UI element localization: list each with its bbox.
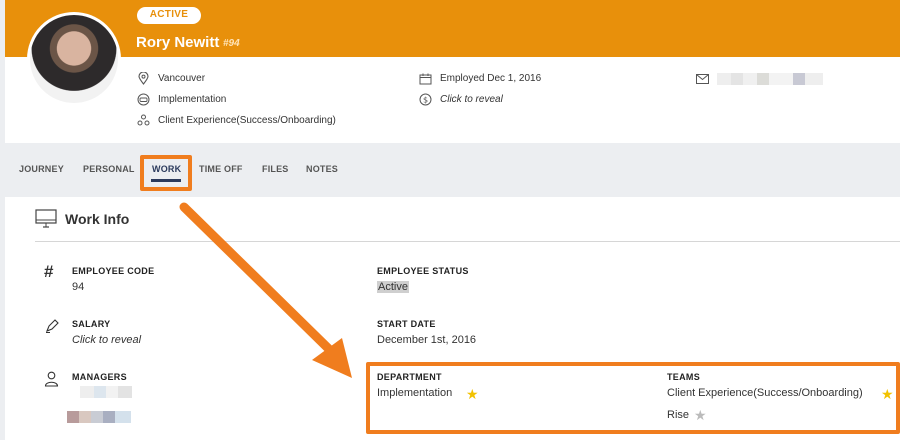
email-row	[696, 72, 823, 85]
employee-name: Rory Newitt	[136, 34, 220, 51]
location-text: Vancouver	[158, 73, 206, 84]
pen-icon	[46, 319, 59, 333]
email-redacted	[717, 72, 823, 85]
start-date-label: START DATE	[377, 319, 436, 329]
employee-code-label: EMPLOYEE CODE	[72, 266, 155, 276]
managers-label: MANAGERS	[72, 372, 127, 382]
section-divider	[35, 241, 900, 242]
tab-notes[interactable]: NOTES	[306, 164, 338, 174]
section-title: Work Info	[65, 211, 130, 227]
location-row: Vancouver	[137, 72, 205, 85]
calendar-icon	[419, 72, 432, 85]
work-tab-highlight	[140, 155, 192, 191]
manager-redacted-2	[67, 411, 131, 423]
salary-label: SALARY	[72, 319, 111, 329]
map-pin-icon	[137, 72, 150, 85]
department-row: Implementation	[137, 93, 226, 106]
monitor-icon	[35, 209, 57, 228]
team-icon	[137, 114, 150, 127]
person-icon	[44, 371, 59, 387]
manager-redacted-1	[80, 386, 132, 398]
start-date-value: December 1st, 2016	[377, 334, 477, 346]
status-badge: ACTIVE	[137, 7, 201, 24]
hash-icon: #	[44, 262, 54, 281]
team-row: Client Experience(Success/Onboarding)	[137, 114, 336, 127]
svg-text:$: $	[423, 96, 428, 105]
employee-code-value: 94	[72, 281, 85, 293]
employed-row: Employed Dec 1, 2016	[419, 72, 541, 85]
team-text: Client Experience(Success/Onboarding)	[158, 115, 336, 126]
employed-text: Employed Dec 1, 2016	[440, 73, 542, 84]
employee-status-value: Active	[377, 281, 409, 293]
salary-row[interactable]: $ Click to reveal	[419, 93, 503, 106]
salary-reveal-link[interactable]: Click to reveal	[440, 94, 503, 105]
org-icon	[137, 93, 150, 106]
tab-time-off[interactable]: TIME OFF	[199, 164, 243, 174]
department-text: Implementation	[158, 94, 227, 105]
department-teams-highlight	[366, 362, 900, 434]
envelope-icon	[696, 72, 709, 85]
tab-journey[interactable]: JOURNEY	[19, 164, 64, 174]
avatar	[27, 12, 121, 106]
tab-files[interactable]: FILES	[262, 164, 289, 174]
employee-status-label: EMPLOYEE STATUS	[377, 266, 469, 276]
tab-personal[interactable]: PERSONAL	[83, 164, 135, 174]
salary-reveal-button[interactable]: Click to reveal	[72, 334, 141, 346]
employee-id: #94	[223, 38, 240, 49]
dollar-icon: $	[419, 93, 432, 106]
